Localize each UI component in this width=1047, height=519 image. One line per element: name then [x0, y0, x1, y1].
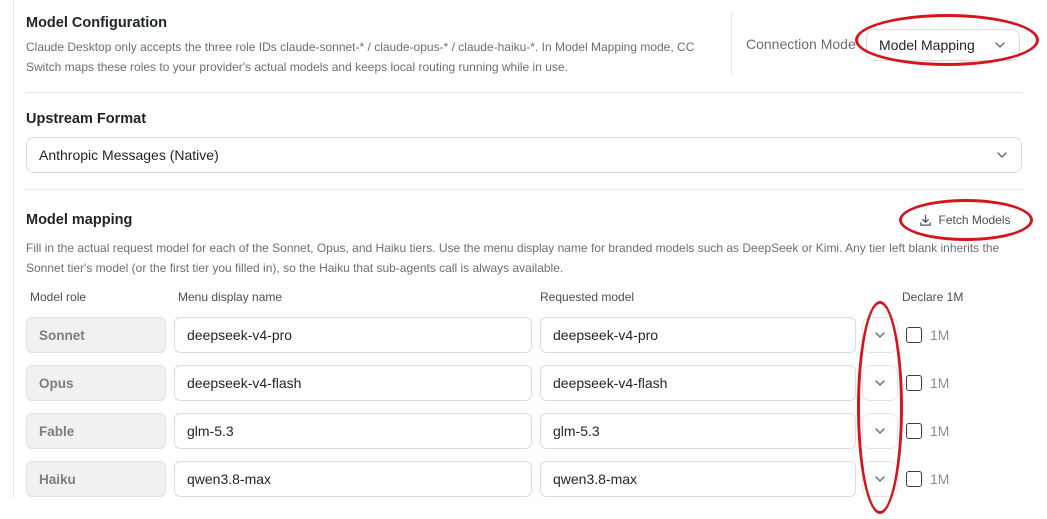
- declare-1m-label-sonnet: 1M: [930, 327, 950, 343]
- connection-mode-divider: [731, 12, 732, 75]
- declare-1m-checkbox-opus[interactable]: [906, 375, 922, 391]
- download-icon: [920, 214, 932, 226]
- declare-1m-checkbox-haiku[interactable]: [906, 471, 922, 487]
- model-config-description: Claude Desktop only accepts the three ro…: [26, 37, 726, 77]
- model-config-description-line1: Claude Desktop only accepts the three ro…: [26, 40, 695, 54]
- left-border: [13, 0, 14, 497]
- requested-model-input-fable[interactable]: glm-5.3: [540, 413, 856, 449]
- model-role-sonnet: Sonnet: [26, 317, 166, 353]
- model-dropdown-button-fable[interactable]: [862, 413, 898, 449]
- requested-model-input-haiku[interactable]: qwen3.8-max: [540, 461, 856, 497]
- divider: [26, 92, 1022, 93]
- declare-1m-label-fable: 1M: [930, 423, 950, 439]
- divider: [26, 189, 1022, 190]
- chevron-down-icon: [995, 42, 1005, 48]
- model-mapping-title: Model mapping: [26, 212, 133, 228]
- column-header-declare: Declare 1M: [902, 290, 964, 304]
- display-name-input-fable[interactable]: glm-5.3: [174, 413, 532, 449]
- model-role-fable: Fable: [26, 413, 166, 449]
- requested-model-input-sonnet[interactable]: deepseek-v4-pro: [540, 317, 856, 353]
- model-mapping-help: Fill in the actual request model for eac…: [26, 238, 1026, 278]
- chevron-down-icon: [875, 380, 885, 386]
- connection-mode-select[interactable]: Model Mapping: [866, 29, 1020, 61]
- model-mapping-help-line1: Fill in the actual request model for eac…: [26, 241, 1000, 255]
- display-name-input-sonnet[interactable]: deepseek-v4-pro: [174, 317, 532, 353]
- model-config-title: Model Configuration: [26, 15, 167, 31]
- chevron-down-icon: [997, 152, 1007, 158]
- model-role-haiku: Haiku: [26, 461, 166, 497]
- declare-1m-checkbox-fable[interactable]: [906, 423, 922, 439]
- connection-mode-value: Model Mapping: [879, 37, 975, 53]
- upstream-format-value: Anthropic Messages (Native): [39, 147, 219, 163]
- declare-1m-label-haiku: 1M: [930, 471, 950, 487]
- upstream-format-select[interactable]: Anthropic Messages (Native): [26, 137, 1022, 173]
- display-name-input-opus[interactable]: deepseek-v4-flash: [174, 365, 532, 401]
- fetch-models-button[interactable]: Fetch Models: [906, 207, 1024, 233]
- chevron-down-icon: [875, 476, 885, 482]
- upstream-format-title: Upstream Format: [26, 111, 147, 127]
- model-dropdown-button-haiku[interactable]: [862, 461, 898, 497]
- model-dropdown-button-sonnet[interactable]: [862, 317, 898, 353]
- declare-1m-checkbox-sonnet[interactable]: [906, 327, 922, 343]
- column-header-requested: Requested model: [540, 290, 635, 304]
- fetch-models-label: Fetch Models: [938, 213, 1011, 227]
- chevron-down-icon: [875, 428, 885, 434]
- model-role-opus: Opus: [26, 365, 166, 401]
- model-mapping-help-line2: Sonnet tier's model (or the first tier y…: [26, 261, 564, 275]
- model-config-description-line2: Switch maps these roles to your provider…: [26, 60, 568, 74]
- connection-mode-label: Connection Mode: [746, 36, 856, 52]
- declare-1m-label-opus: 1M: [930, 375, 950, 391]
- chevron-down-icon: [875, 332, 885, 338]
- requested-model-input-opus[interactable]: deepseek-v4-flash: [540, 365, 856, 401]
- display-name-input-haiku[interactable]: qwen3.8-max: [174, 461, 532, 497]
- column-header-display: Menu display name: [178, 290, 283, 304]
- column-header-role: Model role: [30, 290, 87, 304]
- model-dropdown-button-opus[interactable]: [862, 365, 898, 401]
